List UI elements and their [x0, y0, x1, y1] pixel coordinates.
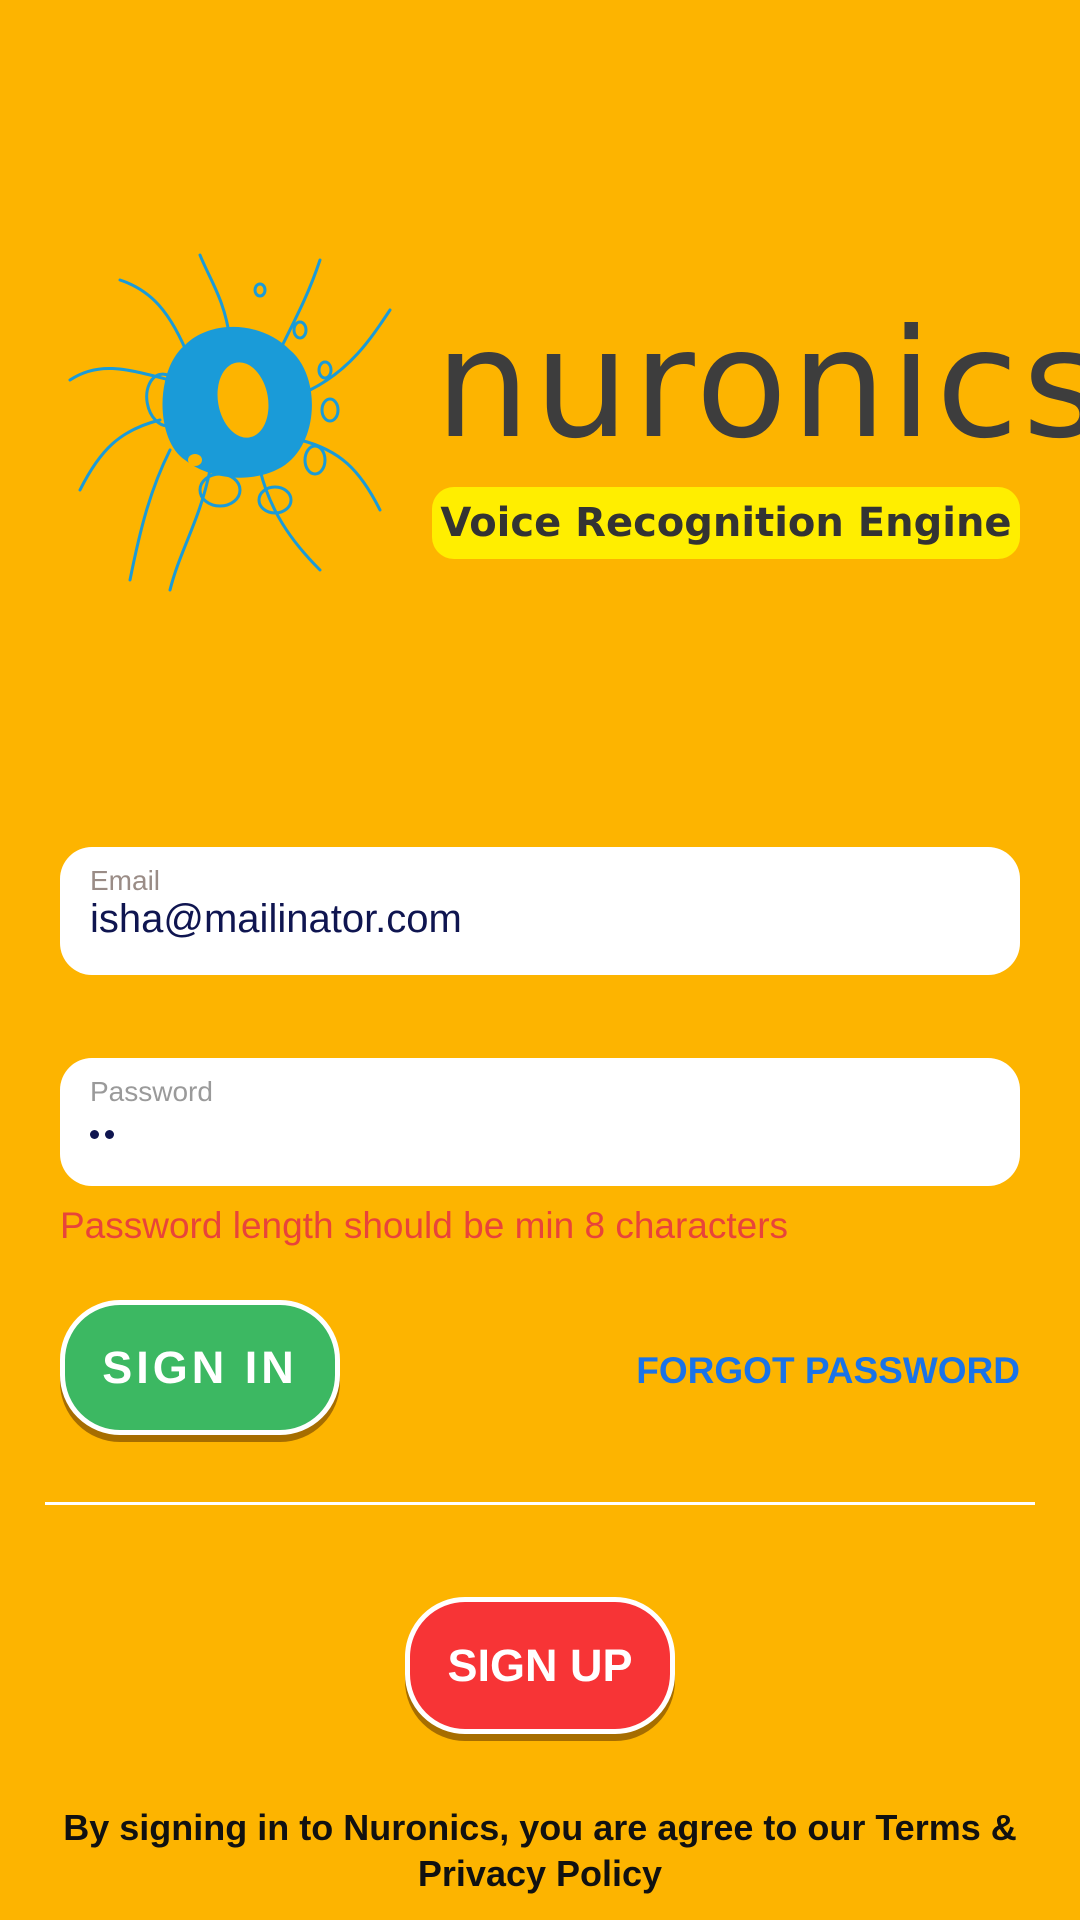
- brand-tagline: Voice Recognition Engine: [432, 487, 1020, 559]
- password-label: Password: [90, 1076, 213, 1107]
- forgot-password-link[interactable]: FORGOT PASSWORD: [636, 1350, 1020, 1392]
- email-field[interactable]: Email isha@mailinator.com: [60, 847, 1020, 975]
- email-label: Email: [90, 865, 161, 896]
- email-value[interactable]: isha@mailinator.com: [90, 897, 462, 942]
- password-dot: [105, 1130, 114, 1139]
- password-dot: [90, 1130, 99, 1139]
- terms-text: By signing in to Nuronics, you are agree…: [63, 1807, 1017, 1894]
- divider: [45, 1502, 1035, 1505]
- sign-in-button[interactable]: SIGN IN: [60, 1300, 340, 1435]
- password-masked-value[interactable]: [90, 1130, 114, 1139]
- password-error-message: Password length should be min 8 characte…: [60, 1205, 789, 1246]
- neuron-logo-icon: [68, 253, 392, 592]
- password-field[interactable]: Password: [60, 1058, 1020, 1186]
- brand-logo: nuronics Voice Recognition Engine: [60, 250, 1080, 600]
- brand-wordmark: nuronics: [435, 298, 1080, 472]
- sign-up-button[interactable]: SIGN UP: [405, 1597, 675, 1734]
